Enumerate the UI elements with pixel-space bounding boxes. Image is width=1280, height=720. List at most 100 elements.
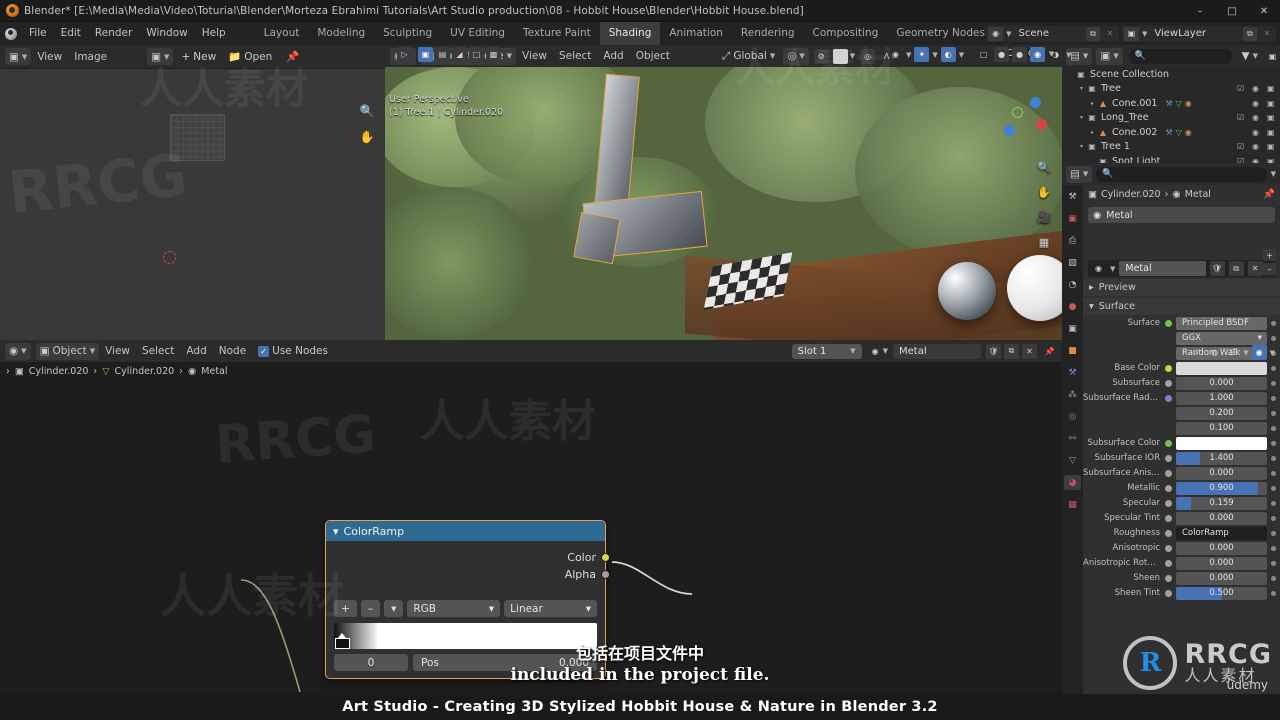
editor-type-button-props[interactable]: ▤ ▼ <box>1066 165 1093 183</box>
camera-icon[interactable]: ▣ <box>1267 142 1276 151</box>
eye-icon[interactable]: ◉ <box>1252 84 1261 93</box>
properties-search-input[interactable]: 🔍 <box>1096 166 1267 182</box>
animate-property-dot[interactable] <box>1271 395 1276 401</box>
add-stop-button[interactable]: + <box>334 600 357 617</box>
color-mode-selector[interactable]: RGB ▾ <box>407 600 501 617</box>
animate-property-dot[interactable] <box>1271 500 1276 506</box>
editor-type-button-shader[interactable]: ◉ ▼ <box>5 342 31 360</box>
property-socket-dot[interactable] <box>1165 559 1172 567</box>
shader-menu-view[interactable]: View <box>99 345 136 357</box>
properties-tab-physics[interactable]: ◎ <box>1064 409 1081 424</box>
camera-icon[interactable]: ▣ <box>1267 128 1276 137</box>
material-icon[interactable]: ◉ <box>868 344 883 359</box>
properties-tab-tool[interactable]: ⚒ <box>1064 189 1081 204</box>
copy-material-icon[interactable]: ⧉ <box>1228 261 1244 276</box>
select-face-icon[interactable]: ▩ <box>486 47 501 62</box>
mesh-data-icon[interactable]: ▽ <box>1176 128 1182 137</box>
ramp-pos-field[interactable]: Pos 0.000 <box>413 654 597 671</box>
camera-icon[interactable]: ▣ <box>1267 84 1276 93</box>
properties-tab-material[interactable]: ◕ <box>1064 475 1081 490</box>
new-image-button[interactable]: + New <box>177 48 220 65</box>
new-scene-button[interactable]: ⧉ <box>1085 26 1100 41</box>
property-value-field[interactable]: 0.900 <box>1176 482 1267 495</box>
animate-property-dot[interactable] <box>1271 365 1276 371</box>
camera-icon[interactable]: ▣ <box>1267 99 1276 108</box>
outliner-search-input[interactable]: 🔍 <box>1128 48 1232 64</box>
interpolation-selector[interactable]: Linear ▾ <box>504 600 597 617</box>
property-value-field[interactable]: 0.159 <box>1176 497 1267 510</box>
xray-toggle-icon[interactable]: ◐ <box>940 47 956 62</box>
material-slot-dropdown[interactable]: Slot 1 ▼ <box>791 343 862 359</box>
new-viewlayer-button[interactable]: ⧉ <box>1243 26 1257 41</box>
properties-tab-particles[interactable]: ⁂ <box>1064 387 1081 402</box>
property-socket-dot[interactable] <box>1165 469 1172 477</box>
property-value-field[interactable]: ColorRamp <box>1176 527 1267 540</box>
show-gizmo-icon[interactable]: ◉ <box>888 47 903 62</box>
proportional-icon[interactable]: ◎ <box>1207 345 1222 360</box>
unlink-material-icon[interactable]: ✕ <box>1247 261 1263 276</box>
transform-orientation-selector[interactable]: ⤢ Global ▼ <box>718 48 779 65</box>
fake-user-shield-icon[interactable]: 🛡 <box>1209 261 1225 276</box>
shading-material-icon[interactable]: ● <box>1012 47 1028 62</box>
show-overlays-icon[interactable]: ✦ <box>914 47 930 62</box>
shading-solid-icon[interactable]: ● <box>994 47 1010 62</box>
mesh-data-icon[interactable]: ▽ <box>1176 99 1182 108</box>
viewport-menu-select[interactable]: Select <box>553 50 597 62</box>
menu-file[interactable]: File <box>22 22 54 45</box>
animate-property-dot[interactable] <box>1271 425 1276 431</box>
eye-icon[interactable]: ◉ <box>1252 142 1261 151</box>
checkbox-icon[interactable]: ☑ <box>1237 142 1246 151</box>
property-socket-dot[interactable] <box>1165 544 1172 552</box>
property-value-field[interactable] <box>1176 362 1267 375</box>
pivot-point-selector[interactable]: ◎ ▼ <box>783 47 809 65</box>
properties-tab-data[interactable]: ▽ <box>1064 453 1081 468</box>
outliner-row[interactable]: ▾ ▣ Tree ☑ ◉ ▣ <box>1062 82 1280 97</box>
workspace-tab-texture-paint[interactable]: Texture Paint <box>514 22 600 45</box>
property-socket-dot[interactable] <box>1165 499 1172 507</box>
properties-tab-scene[interactable]: ◔ <box>1064 277 1081 292</box>
shader-menu-select[interactable]: Select <box>136 345 180 357</box>
workspace-tab-shading[interactable]: Shading <box>599 22 661 45</box>
animate-property-dot[interactable] <box>1271 545 1276 551</box>
expander-closed-icon[interactable]: ▸ <box>1088 129 1097 136</box>
expander-closed-icon[interactable]: ▸ <box>1088 100 1097 107</box>
animate-property-dot[interactable] <box>1271 530 1276 536</box>
outliner-new-collection-icon[interactable]: ▣ <box>1265 49 1280 64</box>
distribution-selector[interactable]: GGX ▾ <box>1176 332 1267 345</box>
camera-icon[interactable]: ▣ <box>1267 113 1276 122</box>
zoom-tool-icon[interactable]: 🔍 <box>357 101 377 121</box>
properties-tab-texture[interactable]: ▦ <box>1064 497 1081 512</box>
material-icon[interactable]: ◉ <box>1185 99 1192 108</box>
material-icon[interactable]: ◉ <box>1185 128 1192 137</box>
expander-open-icon[interactable]: ▾ <box>1077 85 1086 92</box>
property-value-field[interactable]: 0.100 <box>1176 422 1267 435</box>
workspace-tab-rendering[interactable]: Rendering <box>732 22 804 45</box>
property-value-field[interactable]: 0.000 <box>1176 557 1267 570</box>
image-menu-view[interactable]: View <box>31 51 68 63</box>
select-box-icon[interactable]: ▣ <box>418 47 433 62</box>
workspace-tab-modeling[interactable]: Modeling <box>308 22 374 45</box>
node-options-icon[interactable]: ☰ <box>1225 345 1240 360</box>
node-shading-icon[interactable]: ◉ <box>1251 345 1267 360</box>
section-surface[interactable]: ▾ Surface <box>1083 298 1280 315</box>
minimize-button[interactable]: – <box>1184 0 1216 22</box>
select-vertex-icon[interactable]: ◢ <box>452 47 467 62</box>
property-value-field[interactable]: 0.500 <box>1176 587 1267 600</box>
animate-property-dot[interactable] <box>1271 320 1276 326</box>
outliner-row[interactable]: ▣ Spot Light ☑ ◉ ▣ <box>1062 154 1280 163</box>
properties-tab-collection[interactable]: ▣ <box>1064 321 1081 336</box>
shader-type-selector[interactable]: ▣ Object ▼ <box>35 342 100 360</box>
chevron-down-icon[interactable]: ▾ <box>333 525 339 538</box>
ramp-index-field[interactable]: 0 <box>334 654 408 671</box>
socket-alpha[interactable] <box>601 570 610 579</box>
workspace-tab-geometry-nodes[interactable]: Geometry Nodes <box>887 22 994 45</box>
properties-tab-modifier[interactable]: ⚒ <box>1064 365 1081 380</box>
animate-property-dot[interactable] <box>1271 380 1276 386</box>
snap-target-selector[interactable] <box>832 48 848 64</box>
property-socket-dot[interactable] <box>1165 379 1172 387</box>
ramp-stop-white[interactable] <box>404 633 419 652</box>
remove-stop-button[interactable]: – <box>360 600 381 617</box>
modifier-icon[interactable]: ⚒ <box>1165 128 1172 137</box>
surface-shader-value[interactable]: Principled BSDF <box>1176 317 1267 330</box>
expander-open-icon[interactable]: ▾ <box>1077 114 1086 121</box>
